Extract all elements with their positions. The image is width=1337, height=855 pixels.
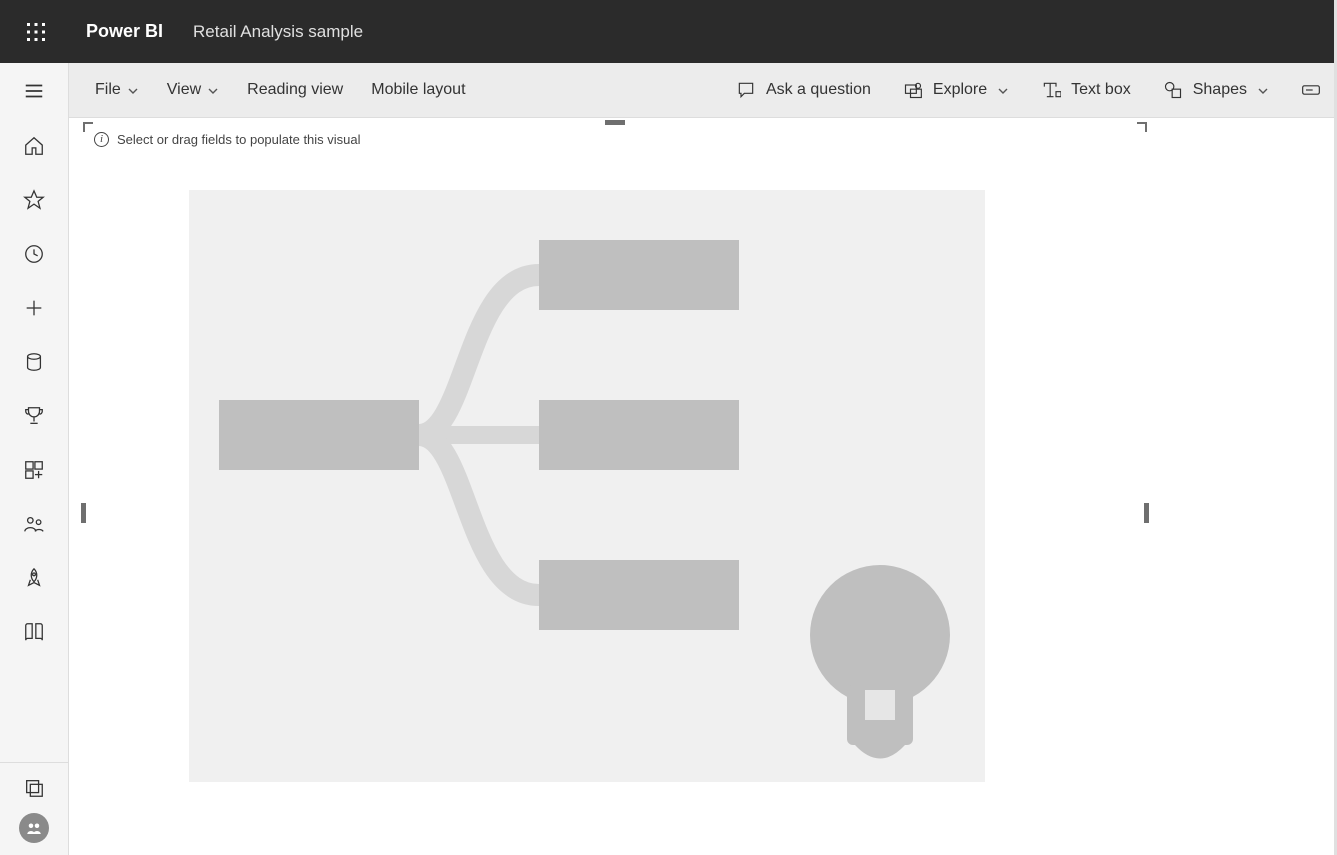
nav-learn-icon[interactable] — [0, 605, 69, 659]
app-launcher-icon[interactable] — [20, 16, 52, 48]
file-menu[interactable]: File — [81, 75, 153, 105]
resize-handle-right[interactable] — [1144, 503, 1149, 523]
buttons-menu[interactable] — [1287, 74, 1325, 106]
nav-shared-icon[interactable] — [0, 497, 69, 551]
nav-home-icon[interactable] — [0, 119, 69, 173]
file-label: File — [95, 81, 121, 99]
toolbar: File View Reading view Mobile layout — [69, 63, 1337, 118]
resize-handle-tr[interactable] — [1137, 122, 1147, 132]
shapes-label: Shapes — [1193, 81, 1247, 99]
nav-deployment-icon[interactable] — [0, 551, 69, 605]
explore-label: Explore — [933, 81, 987, 99]
explore-menu[interactable]: Explore — [889, 74, 1023, 106]
tree-root-block — [219, 400, 419, 470]
tree-connectors — [407, 234, 577, 644]
nav-toggle-button[interactable] — [0, 63, 69, 119]
mobile-layout-button[interactable]: Mobile layout — [357, 75, 479, 105]
mobile-layout-label: Mobile layout — [371, 81, 465, 99]
info-icon: i — [94, 132, 109, 147]
nav-goals-icon[interactable] — [0, 389, 69, 443]
resize-handle-top[interactable] — [605, 120, 625, 125]
chevron-down-icon — [997, 84, 1009, 96]
workspace-avatar-icon[interactable] — [19, 813, 49, 843]
report-canvas[interactable]: i Select or drag fields to populate this… — [69, 118, 1337, 855]
visual-container[interactable]: i Select or drag fields to populate this… — [83, 122, 1147, 855]
visual-hint-text: Select or drag fields to populate this v… — [117, 132, 361, 147]
nav-recent-icon[interactable] — [0, 227, 69, 281]
text-box-button[interactable]: Text box — [1027, 74, 1145, 106]
nav-favorites-icon[interactable] — [0, 173, 69, 227]
nav-workspaces-icon[interactable] — [0, 777, 69, 799]
resize-handle-left[interactable] — [81, 503, 86, 523]
nav-apps-icon[interactable] — [0, 443, 69, 497]
left-nav-rail — [0, 63, 69, 855]
report-name: Retail Analysis sample — [193, 22, 363, 42]
chevron-down-icon — [127, 84, 139, 96]
button-icon — [1301, 80, 1321, 100]
ask-question-button[interactable]: Ask a question — [722, 74, 885, 106]
brand-label: Power BI — [86, 21, 163, 42]
view-menu[interactable]: View — [153, 75, 233, 105]
top-header: Power BI Retail Analysis sample — [0, 0, 1337, 63]
chat-icon — [736, 80, 756, 100]
explore-icon — [903, 80, 923, 100]
chevron-down-icon — [1257, 84, 1269, 96]
reading-view-button[interactable]: Reading view — [233, 75, 357, 105]
visual-placeholder — [189, 190, 985, 782]
main-column: File View Reading view Mobile layout — [69, 63, 1337, 855]
nav-create-icon[interactable] — [0, 281, 69, 335]
lightbulb-icon — [795, 560, 965, 770]
visual-hint: i Select or drag fields to populate this… — [94, 132, 361, 147]
shapes-menu[interactable]: Shapes — [1149, 74, 1283, 106]
ask-question-label: Ask a question — [766, 81, 871, 99]
text-box-icon — [1041, 80, 1061, 100]
text-box-label: Text box — [1071, 81, 1131, 99]
chevron-down-icon — [207, 84, 219, 96]
view-label: View — [167, 81, 201, 99]
resize-handle-tl[interactable] — [83, 122, 93, 132]
reading-view-label: Reading view — [247, 81, 343, 99]
shapes-icon — [1163, 80, 1183, 100]
nav-datasets-icon[interactable] — [0, 335, 69, 389]
